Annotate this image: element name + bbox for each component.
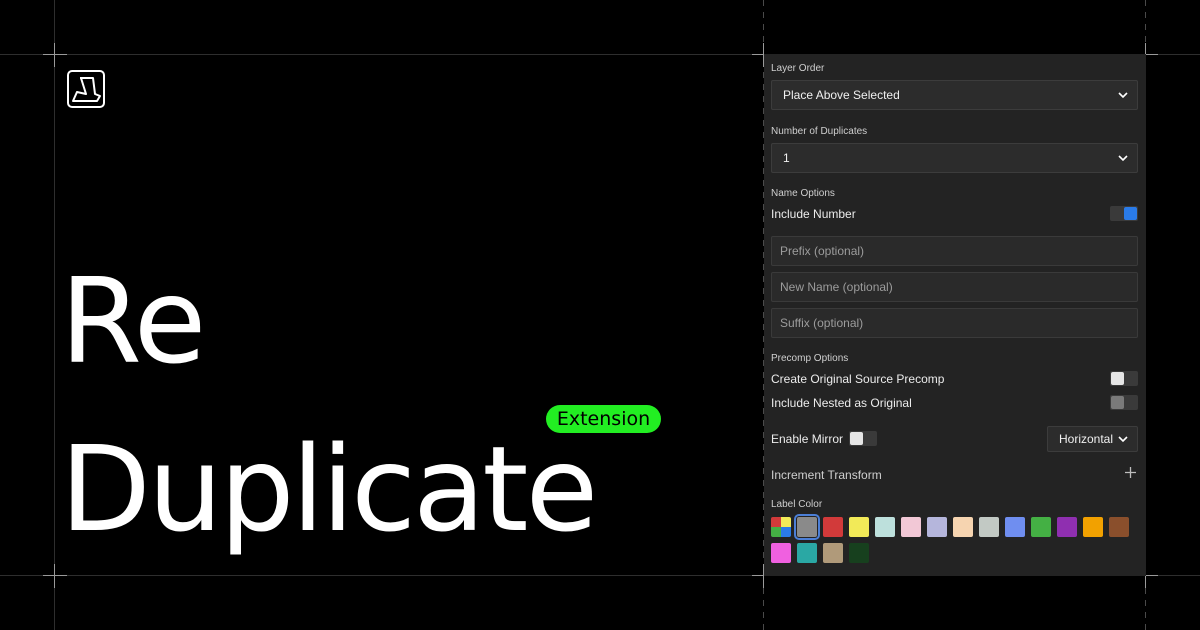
- chevron-down-icon: [1118, 92, 1128, 99]
- increment-transform-label: Increment Transform: [771, 468, 882, 482]
- toggle-knob: [1111, 372, 1124, 385]
- toggle-knob: [850, 432, 863, 445]
- enable-mirror-toggle[interactable]: [849, 431, 877, 446]
- app-logo-icon: [67, 70, 105, 108]
- crosshair-mark: [43, 564, 67, 588]
- label-color-swatch[interactable]: [875, 517, 895, 537]
- duplicates-select[interactable]: 1: [771, 143, 1138, 173]
- label-color-swatch[interactable]: [901, 517, 921, 537]
- new-name-input[interactable]: New Name (optional): [771, 272, 1138, 302]
- include-nested-label: Include Nested as Original: [771, 396, 912, 410]
- toggle-knob: [1124, 207, 1137, 220]
- mirror-direction-select[interactable]: Horizontal: [1047, 426, 1138, 452]
- duplicates-value: 1: [783, 151, 790, 165]
- label-color-swatch[interactable]: [771, 543, 791, 563]
- layer-order-value: Place Above Selected: [783, 88, 900, 102]
- label-color-swatch[interactable]: [953, 517, 973, 537]
- guide-line-left: [54, 0, 55, 630]
- enable-mirror-label: Enable Mirror: [771, 432, 844, 446]
- hero-title-re: Re: [60, 252, 206, 390]
- create-original-precomp-label: Create Original Source Precomp: [771, 372, 945, 386]
- label-color-swatch-multi[interactable]: [771, 517, 791, 537]
- label-color-label: Label Color: [771, 499, 823, 510]
- crosshair-mark: [43, 43, 67, 67]
- precomp-options-label: Precomp Options: [771, 353, 849, 364]
- label-color-swatch[interactable]: [927, 517, 947, 537]
- label-color-swatch[interactable]: [794, 514, 820, 540]
- label-color-swatch[interactable]: [1005, 517, 1025, 537]
- include-nested-toggle[interactable]: [1110, 395, 1138, 410]
- label-color-swatch[interactable]: [797, 543, 817, 563]
- label-color-swatch[interactable]: [823, 543, 843, 563]
- suffix-input[interactable]: Suffix (optional): [771, 308, 1138, 338]
- layer-order-label: Layer Order: [771, 63, 825, 74]
- hero-title-duplicate: Duplicate: [60, 420, 598, 558]
- label-color-swatch[interactable]: [1109, 517, 1129, 537]
- label-color-swatch[interactable]: [823, 517, 843, 537]
- settings-panel: Layer Order Place Above Selected Number …: [764, 54, 1146, 576]
- create-original-precomp-toggle[interactable]: [1110, 371, 1138, 386]
- label-color-swatch[interactable]: [1083, 517, 1103, 537]
- prefix-input[interactable]: Prefix (optional): [771, 236, 1138, 266]
- extension-badge: Extension: [546, 405, 661, 433]
- label-color-swatch[interactable]: [1057, 517, 1077, 537]
- label-color-swatch[interactable]: [849, 543, 869, 563]
- toggle-knob: [1111, 396, 1124, 409]
- plus-icon[interactable]: [1125, 467, 1136, 478]
- include-number-label: Include Number: [771, 207, 856, 221]
- label-color-swatch[interactable]: [849, 517, 869, 537]
- name-options-label: Name Options: [771, 188, 835, 199]
- chevron-down-icon: [1118, 436, 1128, 443]
- mirror-direction-value: Horizontal: [1059, 432, 1114, 446]
- include-number-toggle[interactable]: [1110, 206, 1138, 221]
- chevron-down-icon: [1118, 155, 1128, 162]
- label-color-swatch[interactable]: [1031, 517, 1051, 537]
- layer-order-select[interactable]: Place Above Selected: [771, 80, 1138, 110]
- duplicates-label: Number of Duplicates: [771, 126, 868, 137]
- label-color-swatch[interactable]: [979, 517, 999, 537]
